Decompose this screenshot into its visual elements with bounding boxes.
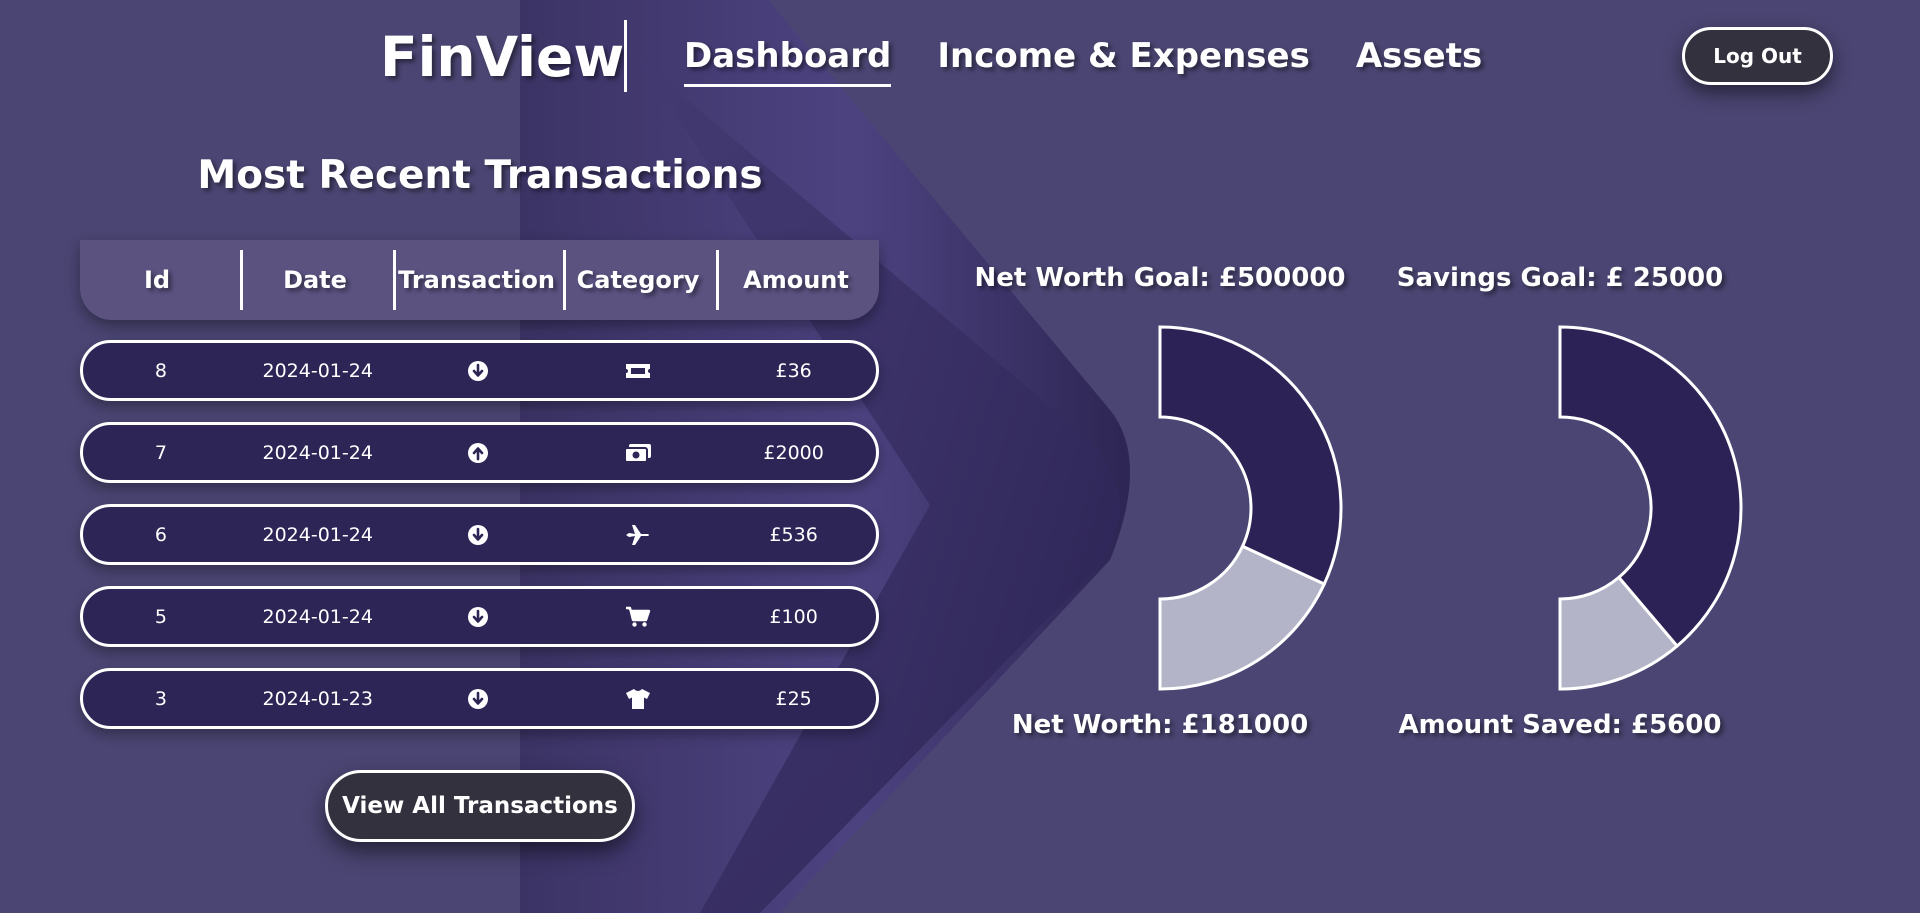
row-date: 2024-01-24	[262, 359, 373, 382]
savings-goal-label: Savings Goal: £ 25000	[1396, 263, 1724, 293]
view-all-transactions-button[interactable]: View All Transactions	[325, 770, 635, 842]
amount-saved-label: Amount Saved: £5600	[1398, 710, 1722, 740]
transaction-row[interactable]: 3 2024-01-23 £25	[80, 668, 879, 729]
column-amount: Amount	[743, 266, 849, 294]
cart-icon	[625, 606, 651, 628]
column-date: Date	[243, 250, 396, 310]
net-worth-goal-label: Net Worth Goal: £500000	[974, 263, 1346, 293]
transactions-header: Id Date Transaction Category Amount	[80, 240, 879, 320]
nav-dashboard[interactable]: Dashboard	[684, 28, 892, 87]
row-id: 3	[154, 687, 167, 710]
arrow-down-circle-icon	[467, 606, 489, 628]
transaction-row[interactable]: 8 2024-01-24 £36	[80, 340, 879, 401]
row-date: 2024-01-23	[262, 687, 373, 710]
shirt-icon	[625, 688, 651, 710]
transaction-row[interactable]: 7 2024-01-24 £2000	[80, 422, 879, 483]
row-id: 6	[154, 523, 167, 546]
arrow-down-circle-icon	[467, 524, 489, 546]
row-date: 2024-01-24	[262, 441, 373, 464]
arrow-down-circle-icon	[467, 360, 489, 382]
main-nav: Dashboard Income & Expenses Assets	[684, 28, 1482, 87]
transaction-row[interactable]: 5 2024-01-24 £100	[80, 586, 879, 647]
nav-assets[interactable]: Assets	[1356, 28, 1482, 87]
header-divider	[624, 20, 627, 92]
logout-button[interactable]: Log Out	[1682, 27, 1833, 85]
plane-icon	[625, 524, 651, 546]
ticket-icon	[625, 362, 651, 380]
row-amount: £536	[769, 523, 818, 546]
nav-income-expenses[interactable]: Income & Expenses	[937, 28, 1309, 87]
row-id: 8	[154, 359, 167, 382]
arrow-down-circle-icon	[467, 688, 489, 710]
column-id: Id	[80, 250, 243, 310]
column-category: Category	[566, 250, 719, 310]
row-amount: £36	[775, 359, 812, 382]
app-logo[interactable]: FinView	[380, 20, 624, 94]
transactions-title: Most Recent Transactions	[197, 153, 763, 198]
arrow-up-circle-icon	[467, 442, 489, 464]
row-id: 7	[154, 441, 167, 464]
row-amount: £2000	[763, 441, 824, 464]
row-date: 2024-01-24	[262, 605, 373, 628]
row-amount: £100	[769, 605, 818, 628]
money-icon	[624, 443, 652, 463]
net-worth-value-label: Net Worth: £181000	[1011, 710, 1309, 740]
row-amount: £25	[775, 687, 812, 710]
row-id: 5	[154, 605, 167, 628]
column-transaction: Transaction	[396, 250, 566, 310]
row-date: 2024-01-24	[262, 523, 373, 546]
transaction-row[interactable]: 6 2024-01-24 £536	[80, 504, 879, 565]
